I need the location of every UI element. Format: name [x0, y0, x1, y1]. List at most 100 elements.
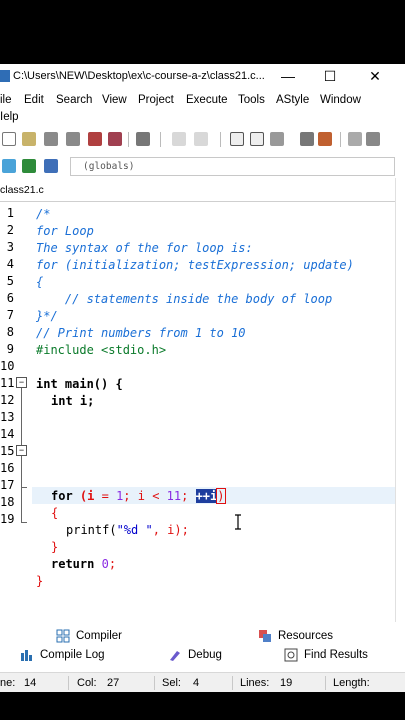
- bottom-panel-tabs: Compiler Resources Compile Log Debug Fin…: [0, 622, 405, 666]
- toolbar-separator: [340, 132, 341, 147]
- compiler-icon: [56, 629, 70, 643]
- code-text: (i: [72, 489, 102, 503]
- code-line-8: // Print numbers from 1 to 10: [36, 326, 246, 340]
- unindent-icon[interactable]: [366, 132, 380, 146]
- code-line-7: }*/: [36, 309, 58, 323]
- line-number: 14: [0, 427, 15, 441]
- save-icon[interactable]: [44, 132, 58, 146]
- find-next-icon[interactable]: [270, 132, 284, 146]
- menu-help[interactable]: Ielp: [0, 111, 19, 123]
- status-bar: ne: 14 Col: 27 Sel: 4 Lines: 19 Length:: [0, 672, 405, 692]
- matched-bracket: ): [216, 488, 226, 504]
- status-col-value: 27: [107, 677, 120, 689]
- undo-icon[interactable]: [172, 132, 186, 146]
- keyword: int: [36, 377, 58, 391]
- goto-line-icon[interactable]: [300, 132, 314, 146]
- line-number: 15: [0, 444, 15, 458]
- fold-end-marker: [21, 522, 27, 523]
- tab-resources-label: Resources: [278, 630, 333, 642]
- app-icon: [0, 70, 10, 82]
- find-icon[interactable]: [230, 132, 244, 146]
- code-line-9: #include <stdio.h>: [36, 343, 167, 357]
- redo-icon[interactable]: [194, 132, 208, 146]
- line-number: 4: [6, 257, 14, 271]
- code-text: , i);: [152, 523, 189, 537]
- tab-compiler[interactable]: Compiler: [56, 629, 122, 643]
- code-text: main() {: [57, 377, 123, 391]
- code-line-16: printf("%d ", i);: [66, 523, 189, 537]
- title-bar: C:\Users\NEW\Desktop\ex\c-course-a-z\cla…: [0, 64, 405, 88]
- line-number: 17: [0, 478, 15, 492]
- fold-end-marker: [21, 487, 27, 488]
- bookmark-icon[interactable]: [318, 132, 332, 146]
- menu-execute[interactable]: Execute: [186, 94, 228, 106]
- fold-toggle-icon[interactable]: −: [16, 377, 27, 388]
- menu-search[interactable]: Search: [56, 94, 92, 106]
- tab-debug[interactable]: Debug: [168, 648, 222, 662]
- menu-bar: ile Edit Search View Project Execute Too…: [0, 90, 405, 126]
- menu-view[interactable]: View: [102, 94, 127, 106]
- tab-find-results[interactable]: Find Results: [284, 648, 368, 662]
- save-all-icon[interactable]: [66, 132, 80, 146]
- code-line-11: int main() {: [36, 377, 123, 391]
- goto-declaration-icon[interactable]: [22, 159, 36, 173]
- code-line-5: {: [36, 275, 44, 289]
- code-line-19: }: [36, 574, 44, 588]
- menu-window[interactable]: Window: [320, 94, 361, 106]
- line-number: 16: [0, 461, 15, 475]
- globals-dropdown[interactable]: (globals): [70, 157, 395, 176]
- minimize-button[interactable]: —: [279, 68, 297, 84]
- menu-file[interactable]: ile: [0, 94, 12, 106]
- code-text: printf(: [66, 523, 117, 537]
- indent-icon[interactable]: [348, 132, 362, 146]
- text-selection[interactable]: ++i: [195, 489, 218, 503]
- code-text: ; i: [123, 489, 153, 503]
- goto-definition-icon[interactable]: [44, 159, 58, 173]
- line-number: 19: [0, 512, 15, 526]
- status-line-value: 14: [24, 677, 37, 689]
- code-text: ;: [181, 489, 196, 503]
- line-number: 2: [6, 223, 14, 237]
- tab-resources[interactable]: Resources: [258, 629, 333, 643]
- tab-compile-log[interactable]: Compile Log: [20, 648, 105, 662]
- status-separator: [325, 676, 326, 690]
- close-file-icon[interactable]: [88, 132, 102, 146]
- code-text: i;: [72, 394, 95, 408]
- line-number: 11: [0, 376, 15, 390]
- line-number: 18: [0, 495, 15, 509]
- keyword: int: [51, 394, 73, 408]
- close-all-icon[interactable]: [108, 132, 122, 146]
- status-separator: [68, 676, 69, 690]
- replace-icon[interactable]: [250, 132, 264, 146]
- line-number: 10: [0, 359, 15, 373]
- close-button[interactable]: ✕: [366, 68, 384, 84]
- class-browser-icon[interactable]: [2, 159, 16, 173]
- new-file-icon[interactable]: [2, 132, 16, 146]
- status-lines-value: 19: [280, 677, 293, 689]
- keyword: for: [51, 489, 73, 503]
- fold-toggle-icon[interactable]: −: [16, 445, 27, 456]
- class-toolbar: (globals): [0, 154, 405, 178]
- editor-tab-bar: class21.c: [0, 180, 405, 202]
- code-line-17: }: [51, 540, 59, 554]
- tab-compiler-label: Compiler: [76, 630, 123, 642]
- menu-astyle[interactable]: AStyle: [276, 94, 309, 106]
- menu-tools[interactable]: Tools: [238, 94, 265, 106]
- code-line-14: for (i = 1; i < 11; ++i): [51, 488, 226, 504]
- code-line-6: // statements inside the body of loop: [36, 292, 333, 306]
- status-line-label: ne:: [0, 677, 16, 689]
- menu-edit[interactable]: Edit: [24, 94, 44, 106]
- find-results-icon: [284, 648, 298, 662]
- print-icon[interactable]: [136, 132, 150, 146]
- menu-project[interactable]: Project: [138, 94, 174, 106]
- code-text: ;: [108, 557, 117, 571]
- code-editor[interactable]: 1 2 3 4 5 6 7 8 9 10 11 12 13 14 15 16 1…: [0, 202, 395, 620]
- open-file-icon[interactable]: [22, 132, 36, 146]
- string-literal: "%d ": [116, 523, 153, 537]
- tab-find-results-label: Find Results: [304, 649, 368, 661]
- maximize-button[interactable]: ☐: [321, 68, 339, 84]
- code-line-18: return 0;: [51, 557, 116, 571]
- tab-compile-log-label: Compile Log: [40, 649, 105, 661]
- tab-class21[interactable]: class21.c: [0, 182, 50, 200]
